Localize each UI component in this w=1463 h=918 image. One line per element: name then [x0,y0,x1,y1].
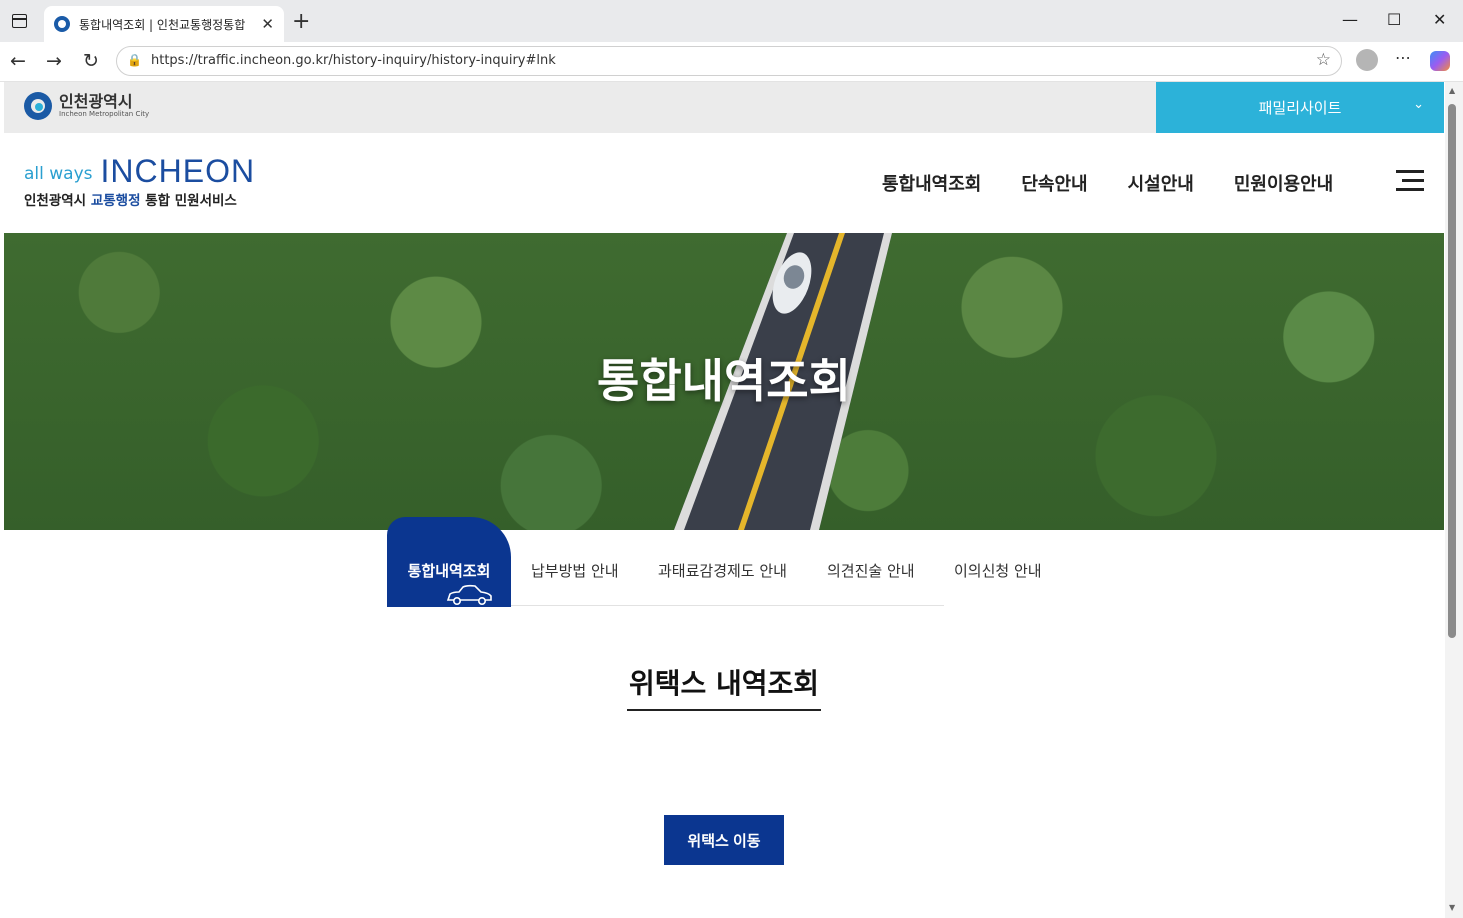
browser-toolbar: ← → ↻ 🔒 https://traffic.incheon.go.kr/hi… [0,42,1463,82]
brand-sub-highlight: 교통행정 [90,193,141,209]
copilot-icon[interactable] [1430,51,1450,71]
forward-icon[interactable]: → [46,50,62,72]
subtab-active-label: 통합내역조회 [407,562,491,580]
scroll-up-icon[interactable]: ▲ [1449,86,1455,95]
site-favicon-icon [54,16,70,32]
city-name-en: Incheon Metropolitan City [59,109,150,118]
main-nav: 통합내역조회 단속안내 시설안내 민원이용안내 [882,170,1373,196]
brand-allways: all ways [24,164,93,184]
top-utility-bar: 인천광역시 Incheon Metropolitan City 패밀리사이트 ⌄ [4,82,1444,133]
hero-banner: 통합내역조회 [4,233,1444,530]
city-emblem-icon [24,92,52,120]
family-site-dropdown[interactable]: 패밀리사이트 ⌄ [1156,82,1444,133]
subtab-fine-reduction[interactable]: 과태료감경제도 안내 [658,560,787,581]
scrollbar-thumb[interactable] [1448,104,1456,638]
address-bar[interactable]: 🔒 https://traffic.incheon.go.kr/history-… [116,46,1342,76]
nav-history-inquiry[interactable]: 통합내역조회 [882,170,981,196]
favorite-star-icon[interactable]: ☆ [1316,50,1331,70]
back-icon[interactable]: ← [10,50,26,72]
more-menu-icon[interactable]: ⋯ [1395,48,1411,67]
brand-sub-post: 통합 민원서비스 [140,193,237,209]
maximize-icon[interactable]: ☐ [1387,10,1401,29]
subnav-divider [511,605,944,606]
browser-titlebar: 통합내역조회 | 인천교통행정통합 ✕ + — ☐ ✕ [0,0,1463,42]
hero-title: 통합내역조회 [597,354,851,408]
incheon-city-logo[interactable]: 인천광역시 Incheon Metropolitan City [24,92,149,120]
subtab-objection[interactable]: 이의신청 안내 [954,560,1042,581]
minimize-icon[interactable]: — [1342,10,1358,29]
car-icon [446,584,492,606]
family-site-label: 패밀리사이트 [1258,99,1342,117]
tab-title: 통합내역조회 | 인천교통행정통합 [79,17,246,32]
site-logo[interactable]: all ways INCHEON 인천광역시 교통행정 통합 민원서비스 [24,155,255,209]
brand-sub-pre: 인천광역시 [24,193,91,209]
wetax-go-button[interactable]: 위택스 이동 [664,815,784,865]
reload-icon[interactable]: ↻ [83,50,99,72]
tab-actions-icon[interactable] [12,14,27,28]
chevron-down-icon: ⌄ [1413,97,1424,112]
sub-navigation: 통합내역조회 납부방법 안내 과태료감경제도 안내 의견진술 안내 이의신청 안… [387,517,1042,607]
subtab-payment-method[interactable]: 납부방법 안내 [531,560,619,581]
section-title-underline [627,709,821,711]
subtab-history-inquiry[interactable]: 통합내역조회 [387,517,511,607]
site-info-icon[interactable]: 🔒 [127,53,142,67]
scroll-down-icon[interactable]: ▼ [1449,903,1455,912]
section-title: 위택스 내역조회 [628,667,820,700]
nav-civil-service-guide[interactable]: 민원이용안내 [1234,170,1333,196]
url-text[interactable]: https://traffic.incheon.go.kr/history-in… [151,53,556,68]
hamburger-menu-icon[interactable] [1396,170,1424,192]
brand-subtitle: 인천광역시 교통행정 통합 민원서비스 [24,189,255,209]
page-scrollbar[interactable]: ▲ ▼ [1445,82,1463,918]
new-tab-button[interactable]: + [292,9,310,34]
tab-close-icon[interactable]: ✕ [261,15,274,33]
nav-enforcement-info[interactable]: 단속안내 [1021,170,1087,196]
browser-tab[interactable]: 통합내역조회 | 인천교통행정통합 ✕ [44,6,284,42]
site-header: all ways INCHEON 인천광역시 교통행정 통합 민원서비스 통합내… [4,133,1444,233]
nav-facility-info[interactable]: 시설안내 [1128,170,1194,196]
page-viewport: 인천광역시 Incheon Metropolitan City 패밀리사이트 ⌄… [4,82,1444,918]
profile-avatar-icon[interactable] [1356,49,1378,71]
city-name: 인천광역시 [59,91,133,111]
close-window-icon[interactable]: ✕ [1433,10,1446,29]
subtab-opinion-statement[interactable]: 의견진술 안내 [827,560,915,581]
brand-incheon: INCHEON [100,153,256,189]
